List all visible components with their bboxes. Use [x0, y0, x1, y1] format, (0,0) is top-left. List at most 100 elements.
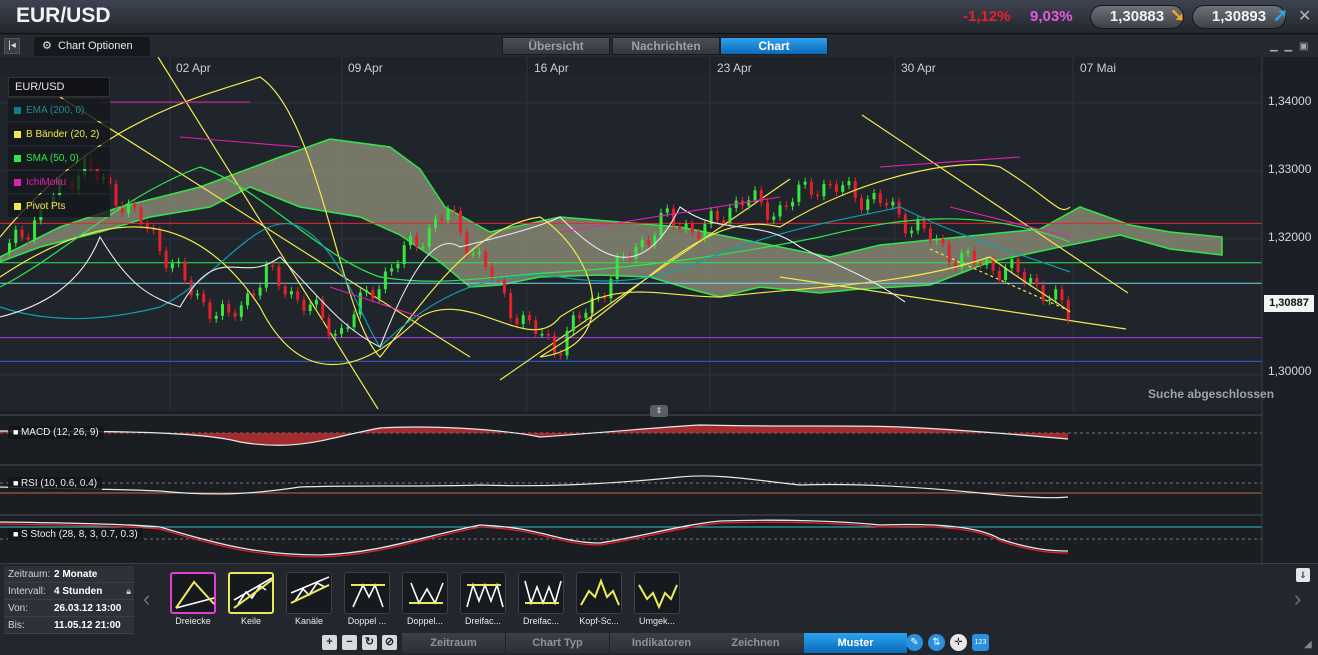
pattern-button[interactable]: Umgek... [632, 572, 682, 626]
panel-resize-handle[interactable]: ⇕ [650, 405, 668, 417]
pattern-icon [460, 572, 506, 614]
macd-label[interactable]: MACD (12, 26, 9) [8, 426, 104, 439]
stoch-label[interactable]: S Stoch (28, 8, 3, 0.7, 0.3) [8, 528, 143, 541]
candle-body [872, 193, 876, 200]
candle-body [246, 293, 250, 306]
window-controls[interactable]: ▁ ▁ ▣ [1270, 41, 1310, 52]
color-swatch [14, 202, 21, 210]
candle-body [408, 236, 412, 246]
candle-body [784, 205, 788, 207]
candle-body [471, 253, 475, 256]
candle-body [678, 226, 682, 229]
rsi-label[interactable]: RSI (10, 0.6, 0.4) [8, 477, 103, 490]
candle-body [402, 245, 406, 265]
close-icon[interactable]: ✕ [1298, 6, 1311, 26]
zoom-in-button[interactable]: + [322, 635, 337, 650]
sort-icon[interactable]: ⇅ [928, 634, 945, 651]
candle-body [33, 220, 37, 240]
chevron-right-icon[interactable]: › [1294, 586, 1301, 612]
color-swatch [14, 178, 21, 186]
pattern-button[interactable]: Doppel ... [342, 572, 392, 626]
tab-indicators[interactable]: Indikatoren [610, 633, 714, 653]
tab-draw[interactable]: Zeichnen [704, 633, 808, 653]
legend-label: B Bänder (20, 2) [26, 128, 100, 140]
candle-body [916, 220, 920, 231]
lock-icon[interactable]: 🔒︎ [126, 583, 134, 599]
price-axis-label: 1,32000 [1268, 230, 1312, 244]
candle-body [239, 305, 243, 317]
candle-body [421, 246, 425, 249]
pattern-button[interactable]: Kopf-Sc... [574, 572, 624, 626]
info-row-from: Von: 26.03.12 13:00 [4, 600, 134, 617]
candle-body [527, 315, 531, 321]
candle-body [878, 193, 882, 203]
tab-news[interactable]: Nachrichten [612, 37, 720, 55]
price-chart[interactable]: 02 Apr 09 Apr 16 Apr 23 Apr 30 Apr 07 Ma… [0, 57, 1318, 563]
pattern-icon [634, 572, 680, 614]
date-label: 16 Apr [534, 61, 569, 75]
pattern-icon [286, 572, 332, 614]
candle-body [14, 229, 18, 244]
candle-body [1016, 259, 1020, 273]
price-change: -1,12% [963, 8, 1011, 25]
collapse-sidebar-icon[interactable]: |◂ [4, 38, 20, 54]
pattern-button[interactable]: Dreiecke [168, 572, 218, 626]
candle-body [903, 214, 907, 234]
pattern-button[interactable]: Dreifac... [516, 572, 566, 626]
pattern-button[interactable]: Keile [226, 572, 276, 626]
candle-body [521, 315, 525, 325]
arrow-up-icon: ➚ [1273, 5, 1289, 25]
tab-chart-type[interactable]: Chart Typ [506, 633, 610, 653]
legend-item-ichimoku[interactable]: IchiMoku [8, 171, 110, 193]
color-swatch [14, 154, 21, 162]
pattern-label: Kopf-Sc... [579, 616, 619, 626]
candle-body [502, 279, 506, 294]
crosshair-icon[interactable]: ✛ [950, 634, 967, 651]
tab-chart[interactable]: Chart [720, 37, 828, 55]
resize-grip-icon[interactable]: ◢ [1304, 639, 1312, 650]
legend-item-pivot[interactable]: Pivot Pts [8, 195, 110, 217]
pattern-button[interactable]: Dreifac... [458, 572, 508, 626]
chevron-left-icon[interactable]: ‹ [143, 586, 150, 612]
candle-body [383, 271, 387, 290]
pattern-label: Kanäle [294, 616, 324, 626]
legend-item-ema[interactable]: EMA (200, 0) [8, 99, 110, 121]
candle-body [578, 315, 582, 319]
pattern-button[interactable]: Kanäle [284, 572, 334, 626]
buy-button[interactable]: 1,30893 [1192, 5, 1286, 29]
tab-overview[interactable]: Übersicht [502, 37, 610, 55]
legend-item-sma[interactable]: SMA (50, 0) [8, 147, 110, 169]
instrument-title: EUR/USD [16, 4, 111, 27]
candle-body [697, 232, 701, 239]
candle-body [922, 220, 926, 229]
color-swatch [14, 130, 21, 138]
pattern-button[interactable]: Doppel... [400, 572, 450, 626]
legend-label: SMA (50, 0) [26, 152, 79, 164]
candle-body [314, 299, 318, 305]
zoom-out-button[interactable]: − [342, 635, 357, 650]
pencil-icon[interactable]: ✎ [906, 634, 923, 651]
candle-body [809, 181, 813, 195]
legend-item-bollinger[interactable]: B Bänder (20, 2) [8, 123, 110, 145]
candle-body [684, 223, 688, 229]
keypad-icon[interactable]: 123 [972, 634, 989, 651]
candle-body [797, 184, 801, 202]
candle-body [991, 260, 995, 271]
chart-options-button[interactable]: ⚙ Chart Optionen [34, 37, 150, 56]
candle-body [20, 229, 24, 238]
candle-body [139, 207, 143, 225]
candle-body [415, 236, 419, 248]
date-label: 30 Apr [901, 61, 936, 75]
candle-body [271, 265, 275, 267]
clear-icon[interactable]: ⊘ [382, 635, 397, 650]
candle-body [352, 314, 356, 328]
tab-patterns[interactable]: Muster [804, 633, 908, 653]
refresh-icon[interactable]: ↻ [362, 635, 377, 650]
tab-period[interactable]: Zeitraum [402, 633, 506, 653]
candle-body [1029, 278, 1033, 283]
legend-title: EUR/USD [8, 77, 110, 97]
candle-body [834, 184, 838, 192]
chart-canvas[interactable] [0, 57, 1318, 563]
candle-body [891, 201, 895, 206]
scroll-down-icon[interactable]: ⇓ [1296, 568, 1310, 582]
